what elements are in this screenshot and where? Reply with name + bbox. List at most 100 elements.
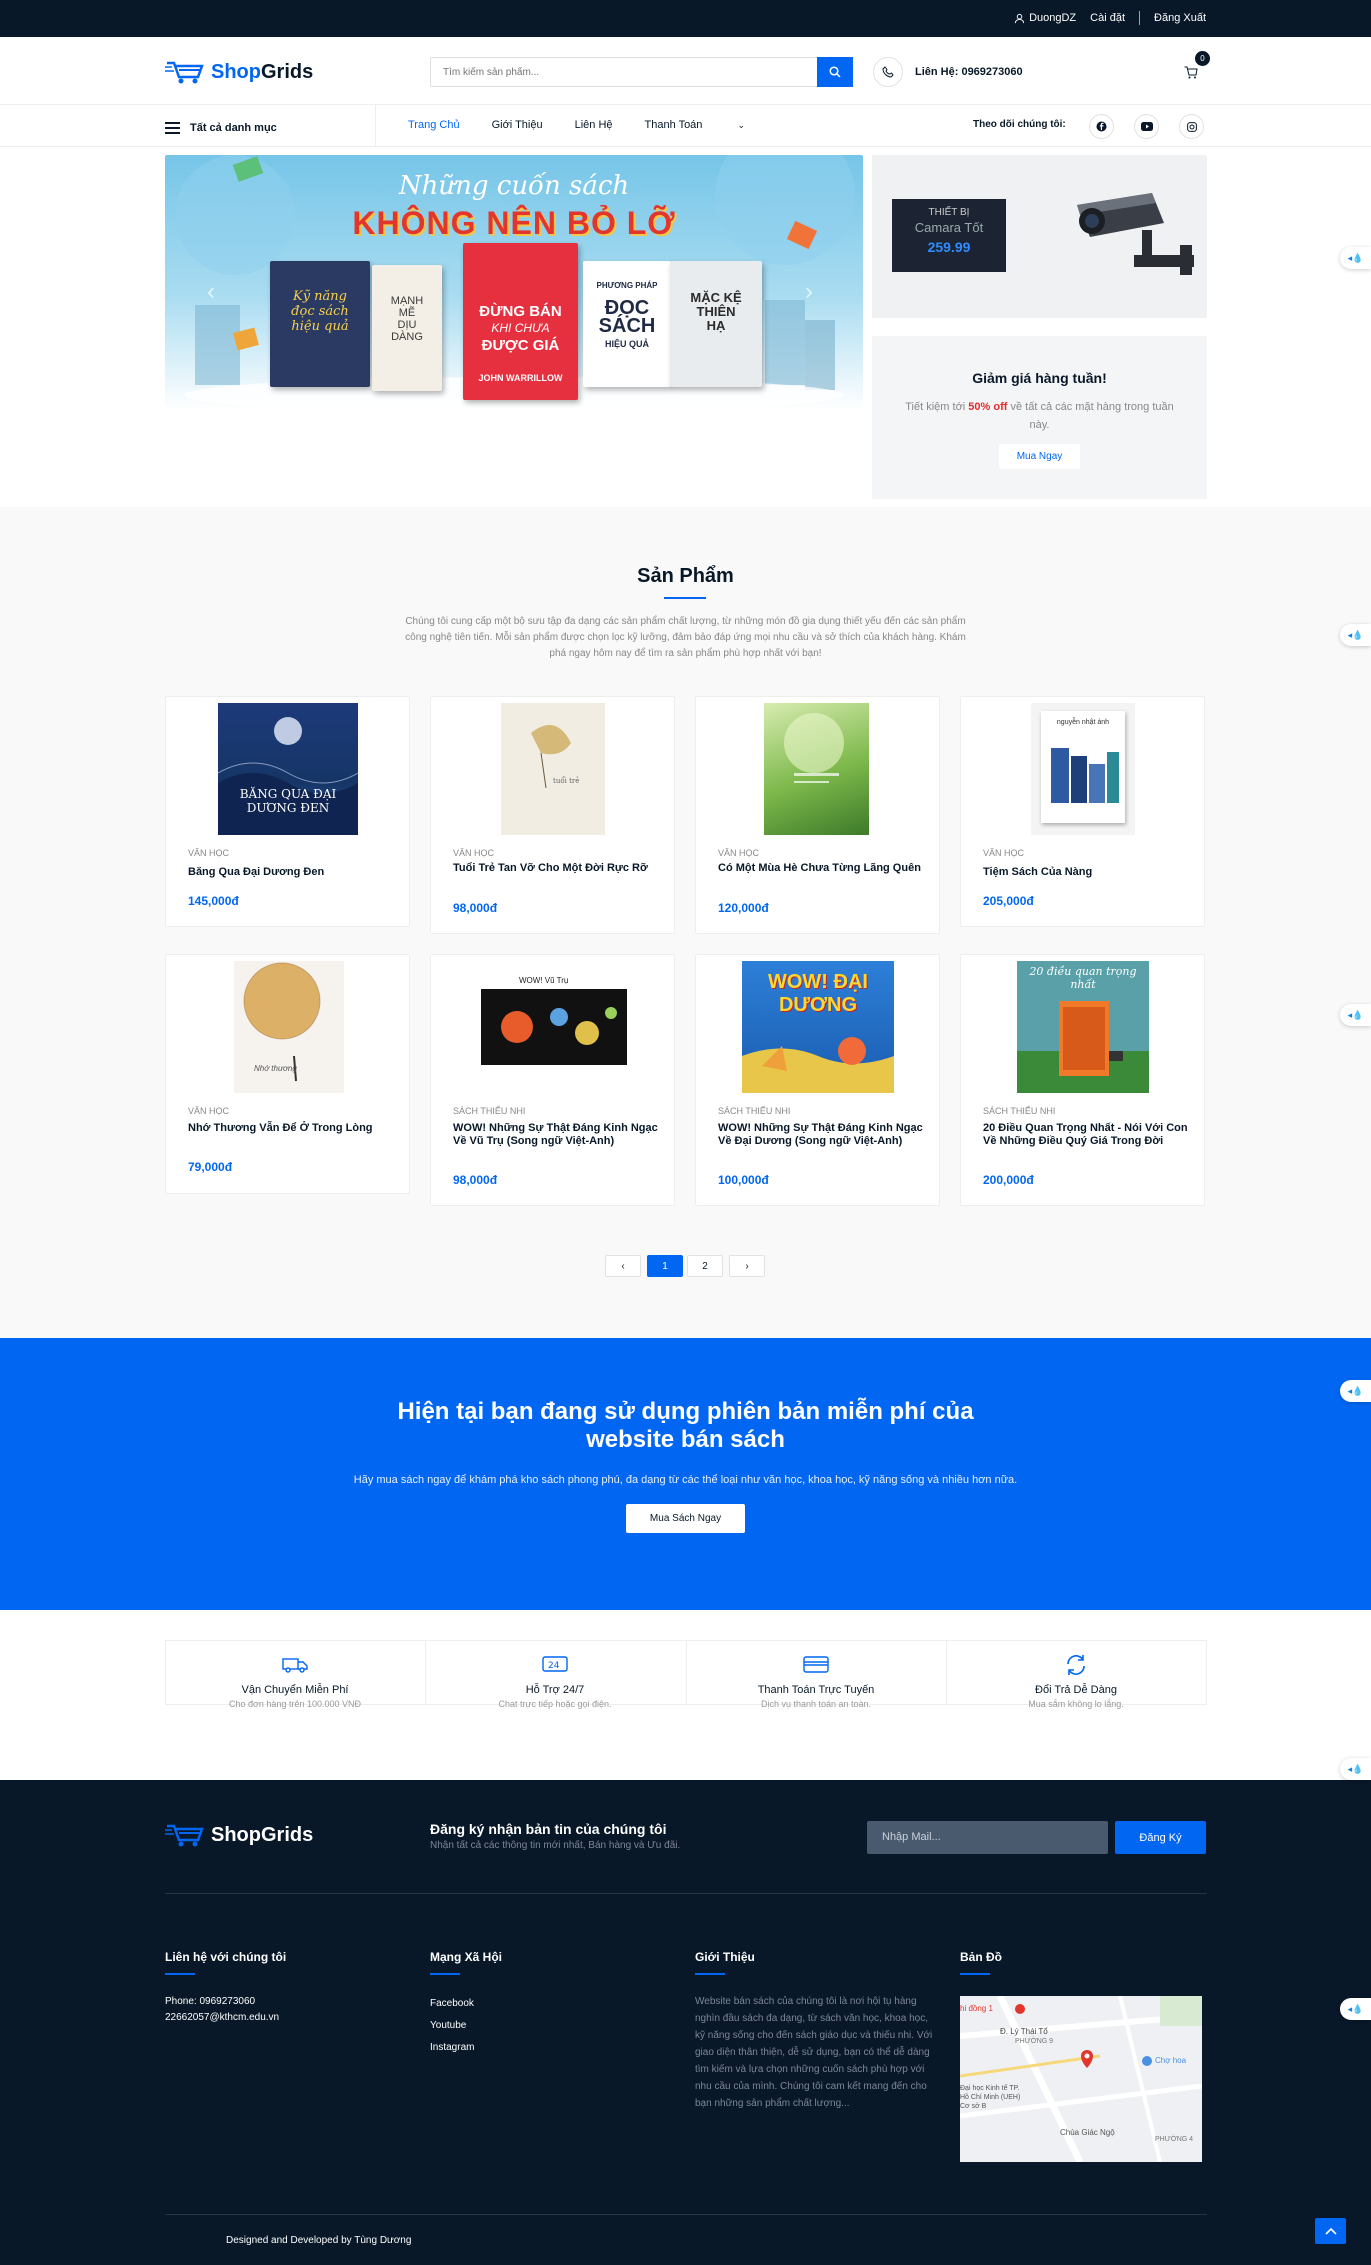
product-price: 145,000đ bbox=[188, 894, 239, 908]
hero-next-arrow[interactable]: › bbox=[805, 278, 813, 306]
product-cover-art bbox=[1051, 748, 1119, 803]
product-category: VĂN HỌC bbox=[188, 848, 230, 858]
footer-title-underline bbox=[165, 1973, 195, 1975]
product-image: nguyễn nhật ánh bbox=[1031, 703, 1135, 835]
map-label: PHƯỜNG 9 bbox=[1015, 2038, 1054, 2045]
hero-book-1-line: hiệu quả bbox=[291, 319, 349, 334]
product-card[interactable]: 20 điều quan trọng nhất SÁCH THIẾU NHI 2… bbox=[960, 954, 1205, 1206]
product-name[interactable]: Nhớ Thương Vẫn Để Ở Trong Lòng bbox=[188, 1122, 393, 1135]
footer-social-title: Mạng Xã Hội bbox=[430, 1950, 503, 1964]
hero-banner[interactable]: Những cuốn sách KHÔNG NÊN BỎ LỠ ‹ › Kỹ n… bbox=[165, 155, 863, 410]
product-cover-art bbox=[784, 713, 844, 783]
logout-link[interactable]: Đăng Xuất bbox=[1154, 12, 1206, 24]
footer-credit: Designed and Developed by Tùng Dương bbox=[226, 2235, 412, 2246]
buy-books-button[interactable]: Mua Sách Ngay bbox=[625, 1504, 746, 1533]
search-input[interactable] bbox=[431, 58, 819, 86]
product-name[interactable]: Băng Qua Đại Dương Đen bbox=[188, 866, 393, 879]
footer-link-instagram[interactable]: Instagram bbox=[430, 2037, 474, 2059]
hero-book-1-line: Kỹ năng bbox=[292, 289, 347, 304]
hero-book-3-line: JOHN WARRILLOW bbox=[478, 373, 563, 383]
hero-subtitle: Những cuốn sách bbox=[398, 171, 630, 201]
logo[interactable]: ShopGrids bbox=[165, 59, 313, 85]
product-card[interactable]: WOW! ĐẠI DƯƠNG SÁCH THIẾU NHI WOW! Những… bbox=[695, 954, 940, 1206]
footer-map[interactable]: hi đồng 1 Đ. Lý Thái Tổ PHƯỜNG 9 Chợ hoa… bbox=[960, 1996, 1202, 2162]
pagination-page-2[interactable]: 2 bbox=[687, 1255, 723, 1277]
pagination-prev[interactable]: ‹ bbox=[605, 1255, 641, 1277]
hero-book-5-line: HẠ bbox=[706, 318, 726, 333]
product-name[interactable]: Có Một Mùa Hè Chưa Từng Lãng Quên bbox=[718, 862, 923, 875]
side-widget-icon[interactable]: ◂💧 bbox=[1340, 247, 1371, 269]
footer-link-youtube[interactable]: Youtube bbox=[430, 2015, 474, 2037]
hero-book-3: ĐỪNG BÁN KHI CHƯA ĐƯỢC GIÁ JOHN WARRILLO… bbox=[463, 243, 578, 400]
side-widget-icon[interactable]: ◂💧 bbox=[1340, 1998, 1371, 2020]
cart-icon bbox=[1184, 66, 1198, 78]
product-cover-author: nguyễn nhật ánh bbox=[1056, 719, 1110, 726]
nav-item-checkout[interactable]: Thanh Toán ⌄ bbox=[645, 119, 778, 131]
side-widget-icon[interactable]: ◂💧 bbox=[1340, 1380, 1371, 1402]
hero-book-2-line: MẠNH bbox=[390, 295, 424, 307]
product-card[interactable]: WOW! Vũ Trụ SÁCH THIẾU NHI WOW! Những Sự… bbox=[430, 954, 675, 1206]
map-label: Đ. Lý Thái Tổ bbox=[1000, 2027, 1048, 2036]
product-image: 20 điều quan trọng nhất bbox=[1017, 961, 1149, 1093]
cart-button[interactable]: 0 bbox=[1178, 51, 1210, 85]
footer-map-title: Bản Đồ bbox=[960, 1950, 1002, 1964]
newsletter-subscribe-button[interactable]: Đăng Ký bbox=[1115, 1821, 1206, 1854]
footer-divider bbox=[165, 1893, 1207, 1894]
product-category: SÁCH THIẾU NHI bbox=[983, 1106, 1056, 1116]
all-categories-button[interactable]: Tất cả danh mục bbox=[165, 119, 277, 137]
footer-title-underline bbox=[695, 1973, 725, 1975]
footer-logo-text: Shop bbox=[211, 1823, 261, 1846]
chevron-down-icon: ⌄ bbox=[737, 120, 746, 130]
youtube-icon[interactable] bbox=[1134, 114, 1159, 139]
support-icon: 24 bbox=[542, 1656, 568, 1672]
facebook-icon[interactable] bbox=[1089, 114, 1114, 139]
product-card[interactable]: nguyễn nhật ánh VĂN HỌC Tiệm Sách Của Nà… bbox=[960, 696, 1205, 927]
footer-email[interactable]: 22662057@kthcm.edu.vn bbox=[165, 2010, 279, 2026]
product-card[interactable]: Nhớ thương VĂN HỌC Nhớ Thương Vẫn Để Ở T… bbox=[165, 954, 410, 1194]
call-to-action: Hiện tại bạn đang sử dụng phiên bản miễn… bbox=[0, 1338, 1371, 1610]
feature-support: 24 Hỗ Trợ 24/7 Chat trực tiếp hoặc gọi đ… bbox=[425, 1640, 685, 1709]
pagination-next[interactable]: › bbox=[729, 1255, 765, 1277]
product-card[interactable]: BĂNG QUA ĐẠI DƯƠNG ĐEN VĂN HỌC Băng Qua … bbox=[165, 696, 410, 927]
top-bar: DuongDZ Cài đặt Đăng Xuất bbox=[0, 0, 1371, 37]
product-name[interactable]: WOW! Những Sự Thật Đáng Kinh Ngạc Về Vũ … bbox=[453, 1122, 658, 1148]
nav-item-home[interactable]: Trang Chủ bbox=[408, 119, 460, 131]
settings-link[interactable]: Cài đặt bbox=[1090, 12, 1125, 24]
hero-book-5-line: MẶC KỆ bbox=[690, 290, 742, 305]
svg-text:WOW! Vũ Trụ: WOW! Vũ Trụ bbox=[519, 976, 568, 985]
promo-camera-name: Camara Tốt bbox=[914, 220, 984, 235]
nav-item-checkout-label: Thanh Toán bbox=[644, 119, 703, 131]
nav-item-about[interactable]: Giới Thiệu bbox=[492, 119, 543, 131]
product-name[interactable]: WOW! Những Sự Thật Đáng Kinh Ngạc Về Đại… bbox=[718, 1122, 923, 1148]
hero-book-1: Kỹ năng đọc sách hiệu quả bbox=[270, 261, 370, 387]
product-name[interactable]: Tiệm Sách Của Nàng bbox=[983, 866, 1188, 879]
buy-now-button[interactable]: Mua Ngay bbox=[998, 444, 1081, 469]
product-name[interactable]: Tuổi Trẻ Tan Vỡ Cho Một Đời Rực Rỡ bbox=[453, 862, 658, 875]
nav-item-contact[interactable]: Liên Hệ bbox=[575, 119, 613, 131]
side-widget-icon[interactable]: ◂💧 bbox=[1340, 1004, 1371, 1026]
side-widget-icon[interactable]: ◂💧 bbox=[1340, 624, 1371, 646]
product-name[interactable]: 20 Điều Quan Trọng Nhất - Nói Với Con Về… bbox=[983, 1122, 1188, 1148]
footer-link-facebook[interactable]: Facebook bbox=[430, 1993, 474, 2015]
product-price: 100,000đ bbox=[718, 1173, 769, 1187]
weekly-text-before: Tiết kiệm tới bbox=[905, 401, 969, 413]
main-nav: Tất cả danh mục Trang Chủ Giới Thiệu Liê… bbox=[0, 105, 1371, 147]
promo-camera[interactable]: THIẾT BỊ Camara Tốt 259.99 bbox=[872, 155, 1207, 318]
newsletter-email-input[interactable]: Nhập Mail... bbox=[867, 1821, 1108, 1854]
footer-logo[interactable]: ShopGrids bbox=[165, 1822, 313, 1848]
pagination-page-1[interactable]: 1 bbox=[647, 1255, 683, 1277]
instagram-icon[interactable] bbox=[1179, 114, 1204, 139]
hero-book-2-line: DÀNG bbox=[391, 331, 423, 343]
hero-prev-arrow[interactable]: ‹ bbox=[207, 278, 215, 306]
scroll-to-top-button[interactable] bbox=[1315, 2218, 1346, 2244]
product-cover-title: BĂNG QUA ĐẠI DƯƠNG ĐEN bbox=[239, 787, 337, 815]
product-card[interactable]: VĂN HỌC Có Một Mùa Hè Chưa Từng Lãng Quê… bbox=[695, 696, 940, 934]
cta-title: Hiện tại bạn đang sử dụng phiên bản miễn… bbox=[397, 1398, 974, 1453]
side-widget-icon[interactable]: ◂💧 bbox=[1340, 1758, 1371, 1780]
product-card[interactable]: tuổi trẻ VĂN HỌC Tuổi Trẻ Tan Vỡ Cho Một… bbox=[430, 696, 675, 934]
weekly-sale-box: Giảm giá hàng tuần! Tiết kiệm tới 50% of… bbox=[872, 336, 1207, 499]
username-link[interactable]: DuongDZ bbox=[1029, 12, 1076, 24]
cart-count-badge: 0 bbox=[1195, 51, 1210, 66]
search-button[interactable] bbox=[817, 57, 853, 87]
feature-title: Thanh Toán Trực Tuyến bbox=[757, 1684, 875, 1696]
